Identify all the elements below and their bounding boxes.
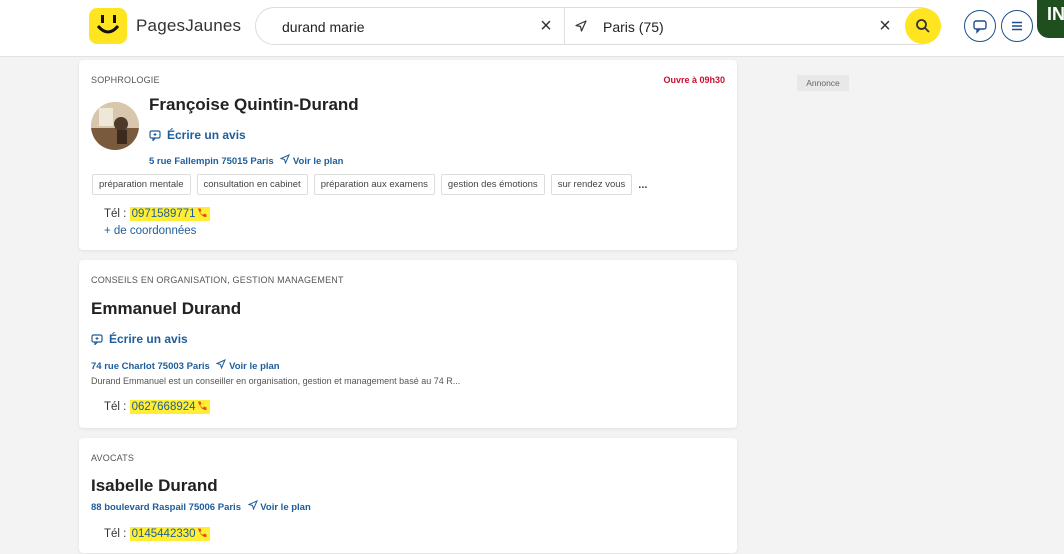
phone-icon: [197, 401, 207, 411]
activity-tags: préparation mentale consultation en cabi…: [92, 174, 647, 195]
map-arrow-icon: [279, 154, 291, 165]
result-category: SOPHROLOGIE: [91, 75, 160, 85]
activity-tag[interactable]: consultation en cabinet: [196, 174, 308, 195]
view-map-label: Voir le plan: [292, 156, 344, 167]
write-review-link[interactable]: Écrire un avis: [149, 128, 246, 142]
clear-what-icon[interactable]: ×: [536, 16, 556, 36]
pagesjaunes-logo[interactable]: [89, 8, 127, 44]
phone-number-text: 0971589771: [131, 208, 196, 220]
phone-icon: [197, 208, 207, 218]
messages-button[interactable]: [964, 10, 996, 42]
header: PagesJaunes × × IN: [0, 0, 1064, 57]
business-photo-image: [91, 102, 139, 150]
search-button[interactable]: [905, 8, 941, 44]
address-text: 88 boulevard Raspail 75006 Paris: [91, 502, 241, 513]
view-map-label: Voir le plan: [260, 502, 311, 513]
activity-tag[interactable]: préparation aux examens: [313, 174, 435, 195]
search-divider: [564, 8, 565, 44]
write-review-link[interactable]: Écrire un avis: [91, 332, 188, 346]
review-icon: [149, 130, 161, 142]
result-category: CONSEILS EN ORGANISATION, GESTION MANAGE…: [91, 275, 344, 285]
search-where-input[interactable]: [603, 17, 863, 37]
hamburger-menu-icon: [1012, 21, 1022, 31]
phone-label: Tél :: [104, 401, 127, 413]
opening-status: Ouvre à 09h30: [663, 75, 725, 85]
review-icon: [91, 334, 103, 346]
business-address[interactable]: 5 rue Fallempin 75015 Paris Voir le plan: [149, 154, 343, 167]
phone-label: Tél :: [104, 528, 127, 540]
phone-row: Tél : 0627668924: [104, 400, 210, 414]
view-map-label: Voir le plan: [229, 361, 280, 372]
result-category: AVOCATS: [91, 453, 135, 463]
map-arrow-icon: [215, 359, 227, 370]
business-description: Durand Emmanuel est un conseiller en org…: [91, 376, 461, 386]
ad-label: Annonce: [797, 75, 849, 91]
phone-number[interactable]: 0971589771: [129, 207, 210, 221]
phone-number-text: 0145442330: [131, 528, 196, 540]
phone-row: Tél : 0971589771: [104, 207, 210, 221]
write-review-label: Écrire un avis: [109, 332, 188, 346]
logo-text[interactable]: PagesJaunes: [136, 16, 241, 36]
view-map-link[interactable]: Voir le plan: [279, 154, 344, 167]
address-text: 5 rue Fallempin 75015 Paris: [149, 156, 274, 167]
activity-tag[interactable]: préparation mentale: [92, 174, 191, 195]
more-tags[interactable]: ...: [638, 179, 647, 191]
connect-button[interactable]: IN: [1037, 0, 1064, 38]
location-arrow-icon: [575, 20, 587, 32]
address-text: 74 rue Charlot 75003 Paris: [91, 361, 210, 372]
search-bar: × ×: [255, 7, 941, 45]
business-name[interactable]: Isabelle Durand: [91, 476, 218, 496]
menu-button[interactable]: [1001, 10, 1033, 42]
phone-number[interactable]: 0145442330: [129, 527, 210, 541]
phone-number[interactable]: 0627668924: [129, 400, 210, 414]
phone-label: Tél :: [104, 208, 127, 220]
business-name[interactable]: Françoise Quintin-Durand: [149, 95, 359, 115]
result-card: CONSEILS EN ORGANISATION, GESTION MANAGE…: [79, 260, 737, 428]
business-name[interactable]: Emmanuel Durand: [91, 299, 241, 319]
result-card: SOPHROLOGIE Ouvre à 09h30 Françoise Quin…: [79, 60, 737, 250]
chat-bubble-icon: [973, 20, 987, 34]
view-map-link[interactable]: Voir le plan: [215, 359, 280, 372]
view-map-link[interactable]: Voir le plan: [247, 500, 311, 513]
business-address[interactable]: 74 rue Charlot 75003 Paris Voir le plan: [91, 359, 280, 372]
phone-icon: [197, 528, 207, 538]
search-what-input[interactable]: [282, 17, 532, 37]
activity-tag[interactable]: gestion des émotions: [440, 174, 545, 195]
business-address[interactable]: 88 boulevard Raspail 75006 Paris Voir le…: [91, 500, 311, 513]
result-card: AVOCATS Isabelle Durand 88 boulevard Ras…: [79, 438, 737, 553]
activity-tag[interactable]: sur rendez vous: [550, 174, 633, 195]
write-review-label: Écrire un avis: [167, 128, 246, 142]
map-arrow-icon: [247, 500, 258, 511]
phone-row: Tél : 0145442330: [104, 527, 210, 541]
more-contact-details-link[interactable]: + de coordonnées: [104, 225, 196, 237]
smile-logo-icon: [96, 15, 120, 34]
business-photo[interactable]: [91, 102, 139, 150]
phone-number-text: 0627668924: [131, 401, 196, 413]
search-icon: [916, 19, 930, 33]
clear-where-icon[interactable]: ×: [875, 16, 895, 36]
